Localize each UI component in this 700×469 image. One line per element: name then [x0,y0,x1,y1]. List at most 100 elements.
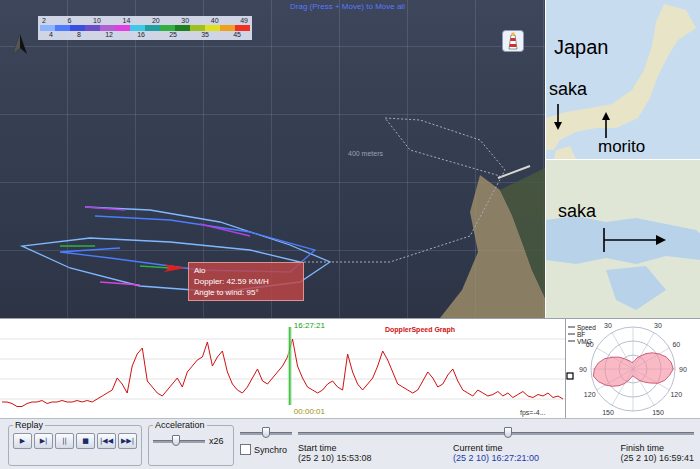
acceleration-slider[interactable] [153,434,205,448]
scale-cell [160,25,175,31]
time-label: Start time [298,443,372,453]
legend-swatch [568,334,575,335]
track-line [100,282,140,285]
scale-cell [190,25,205,31]
replay-button[interactable]: ▶▶| [118,433,137,449]
grid-line [0,339,565,340]
angle-label: 120 [670,391,682,398]
scale-cell [40,25,55,31]
scale-cell [85,25,100,31]
land-shape [500,168,545,298]
speed-line [2,339,563,407]
acceleration-group: Acceleration x26 [148,420,234,466]
cursor-band [288,327,292,405]
track-line [60,245,95,246]
polar-plot: 306090120150306090120150SpeedBFVMG [566,319,700,418]
grid-line [0,359,565,360]
region-map-shape [546,160,700,318]
scale-strip [40,25,250,31]
replay-title: Replay [13,420,45,430]
distance-scale: 400 meters [348,150,383,157]
cursor-time: 16:27:21 [294,321,326,330]
scale-label: 10 [93,17,101,25]
angle-label: 30 [654,322,662,329]
scale-label: 16 [137,31,145,39]
speed-graph: 16:27:21 00:00:01 DopplerSpeed Graph fps=-4… [0,319,565,418]
angle-label: 90 [579,366,587,373]
scale-label: 14 [122,17,130,25]
acceleration-title: Acceleration [153,420,207,430]
scale-cell [175,25,190,31]
checkbox-box[interactable] [240,444,251,455]
time-row: Start time (25 2 10) 15:53:08 Current tim… [298,443,694,463]
graph-title: DopplerSpeed Graph [385,326,455,334]
scale-label: 2 [42,17,46,25]
track-line [85,207,125,210]
replay-button[interactable]: |◀◀ [97,433,116,449]
replay-button[interactable]: ▶ [13,433,32,449]
synchro-label: Synchro [254,445,287,455]
cursor-elapsed: 00:00:01 [294,407,326,416]
left-place-label: saka [549,80,587,100]
tooltip-line: Doppler: 42.59 KM/H [194,276,298,287]
scale-cell [220,25,235,31]
legend-label: VMG [577,338,592,345]
synchro-checkbox[interactable]: Synchro [240,444,292,455]
boat-tooltip: Aio Doppler: 42.59 KM/HAngle to wind: 95… [188,262,304,301]
replay-button[interactable]: ■ [76,433,95,449]
map-canvas[interactable]: Drag (Press + Move) to Move all 26101420… [0,0,545,318]
scale-label: 45 [233,31,241,39]
polar-rose [593,353,673,387]
timeline-column: Start time (25 2 10) 15:53:08 Current tim… [298,420,694,466]
color-scale: 26101420304049 481216253545 [38,16,252,40]
time-block: Start time (25 2 10) 15:53:08 [298,443,372,463]
polar-marker [567,373,573,379]
angle-label: 60 [672,341,680,348]
scale-label: 8 [77,31,81,39]
angle-label: 90 [679,366,687,373]
time-cursor[interactable] [289,327,290,405]
north-arrow-icon [12,33,28,55]
scale-label: 4 [49,31,53,39]
scale-label: 20 [152,17,160,25]
map-row: Drag (Press + Move) to Move all 26101420… [0,0,700,318]
slider-thumb[interactable] [504,427,512,438]
slider-thumb[interactable] [172,435,180,446]
replay-button[interactable]: || [55,433,74,449]
pier-line [498,166,530,178]
slider-thumb[interactable] [262,427,270,438]
track-line [300,118,505,262]
time-value: (25 2 10) 15:53:08 [298,453,372,463]
japan-label: Japan [554,36,609,58]
chart-row: 16:27:21 00:00:01 DopplerSpeed Graph fps=-4… [0,318,700,418]
time-value: (25 2 10) 16:59:41 [620,453,694,463]
scale-cell [100,25,115,31]
japan-inset: Japan saka morito [545,0,700,160]
scale-top-labels: 26101420304049 [40,17,250,25]
fps-reading: fps=-4... [520,409,546,417]
slider-track [298,432,694,435]
replay-button[interactable]: ▶| [34,433,53,449]
position-slider[interactable] [240,426,292,440]
time-label: Current time [453,443,539,453]
scale-label: 30 [181,17,189,25]
sync-column: Synchro [240,420,292,466]
replay-app: Drag (Press + Move) to Move all 26101420… [0,0,700,469]
scale-cell [115,25,130,31]
control-bar: Replay ▶▶|||■|◀◀▶▶| Acceleration x26 Syn… [0,418,700,469]
scale-label: 40 [211,17,219,25]
polar-ring [591,327,675,411]
acceleration-reading: x26 [209,436,224,446]
scale-bottom-labels: 481216253545 [40,31,250,39]
scale-label: 35 [201,31,209,39]
lighthouse-icon[interactable] [502,30,524,52]
time-block: Finish time (25 2 10) 16:59:41 [620,443,694,463]
timeline-slider[interactable] [298,426,694,440]
track-line [140,266,170,268]
speed-graph-plot: 16:27:21 00:00:01 DopplerSpeed Graph fps=-4… [0,319,565,418]
grid-line [0,379,565,380]
scale-cell [145,25,160,31]
angle-label: 150 [602,409,614,416]
grid-line [0,399,565,400]
drag-hint: Drag (Press + Move) to Move all [290,2,405,11]
